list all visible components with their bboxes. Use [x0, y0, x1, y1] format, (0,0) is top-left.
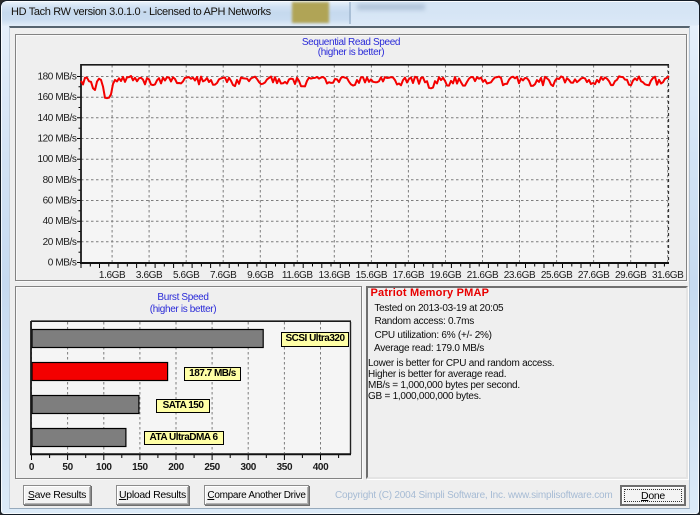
- svg-text:40 MB/s: 40 MB/s: [43, 216, 77, 227]
- svg-text:200: 200: [168, 462, 184, 473]
- svg-text:1.6GB: 1.6GB: [99, 270, 126, 281]
- svg-text:3.6GB: 3.6GB: [136, 270, 163, 281]
- svg-text:150: 150: [132, 462, 148, 473]
- svg-text:80 MB/s: 80 MB/s: [43, 175, 77, 186]
- svg-text:23.6GB: 23.6GB: [504, 270, 536, 281]
- svg-text:100 MB/s: 100 MB/s: [37, 154, 76, 165]
- svg-text:13.6GB: 13.6GB: [319, 270, 351, 281]
- svg-text:7.6GB: 7.6GB: [210, 270, 237, 281]
- svg-text:350: 350: [277, 462, 293, 473]
- svg-text:31.6GB: 31.6GB: [652, 270, 684, 281]
- svg-text:160 MB/s: 160 MB/s: [37, 92, 76, 103]
- svg-text:15.6GB: 15.6GB: [356, 270, 388, 281]
- svg-text:50: 50: [62, 462, 73, 473]
- svg-text:60 MB/s: 60 MB/s: [43, 196, 77, 207]
- svg-text:140 MB/s: 140 MB/s: [37, 113, 76, 124]
- svg-text:300: 300: [240, 462, 256, 473]
- svg-text:19.6GB: 19.6GB: [430, 270, 462, 281]
- svg-text:25.6GB: 25.6GB: [541, 270, 573, 281]
- svg-text:27.6GB: 27.6GB: [578, 270, 610, 281]
- svg-text:21.6GB: 21.6GB: [467, 270, 499, 281]
- svg-text:0 MB/s: 0 MB/s: [48, 258, 77, 269]
- svg-text:11.6GB: 11.6GB: [282, 270, 313, 281]
- svg-text:0: 0: [29, 462, 35, 473]
- svg-text:5.6GB: 5.6GB: [173, 270, 200, 281]
- svg-text:17.6GB: 17.6GB: [393, 270, 425, 281]
- svg-text:20 MB/s: 20 MB/s: [43, 237, 77, 248]
- svg-text:29.6GB: 29.6GB: [615, 270, 647, 281]
- svg-text:180 MB/s: 180 MB/s: [37, 72, 76, 83]
- svg-text:9.6GB: 9.6GB: [247, 270, 274, 281]
- svg-text:120 MB/s: 120 MB/s: [37, 134, 76, 145]
- svg-text:250: 250: [204, 462, 220, 473]
- svg-text:400: 400: [313, 462, 329, 473]
- svg-text:100: 100: [96, 462, 112, 473]
